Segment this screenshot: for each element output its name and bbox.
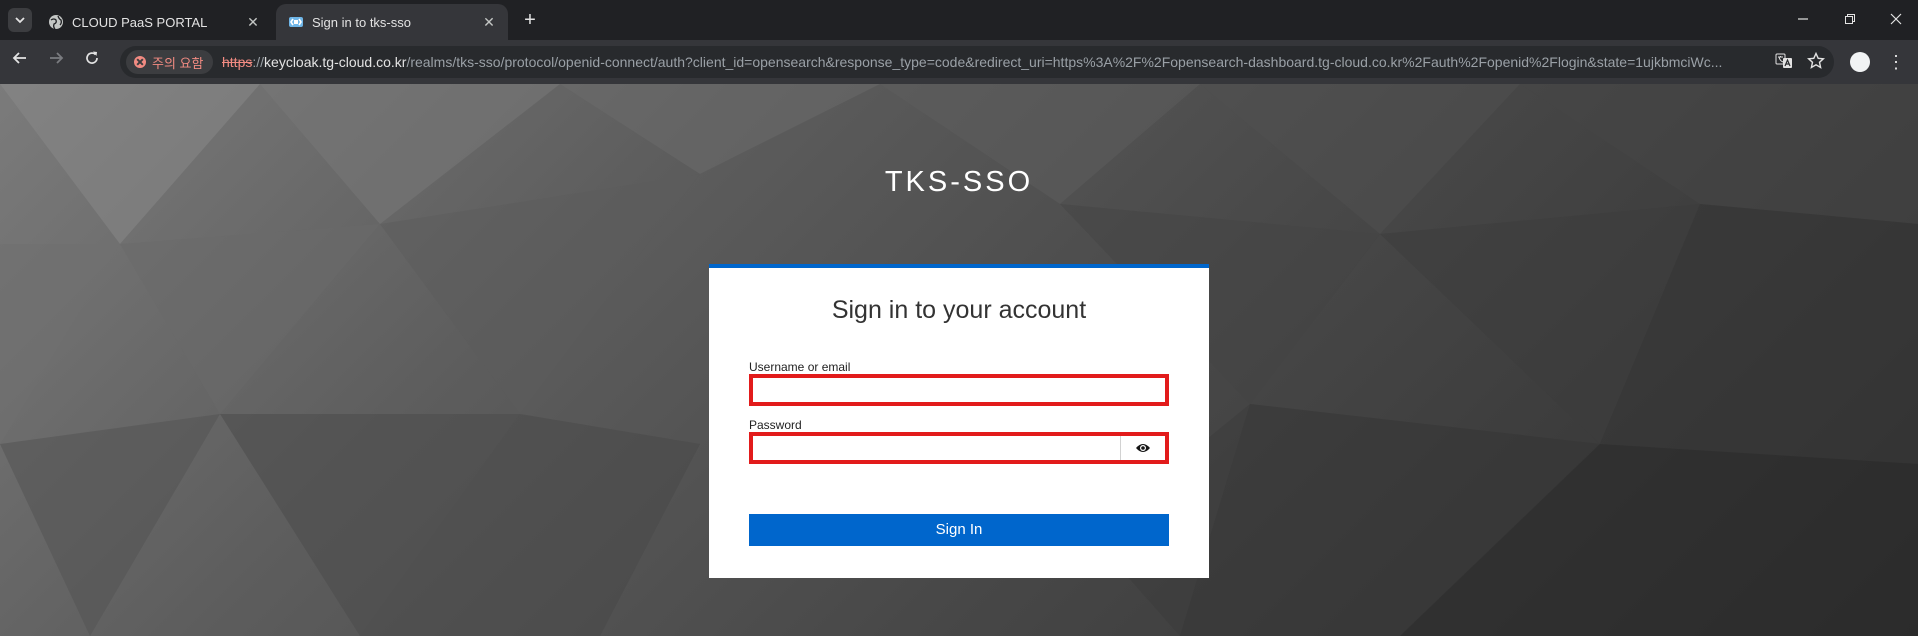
- globe-icon: [49, 15, 63, 30]
- url-path: /realms/tks-sso/protocol/openid-connect/…: [406, 54, 1723, 70]
- more-options-icon[interactable]: ⋮: [1884, 50, 1908, 74]
- login-card: Sign in to your account Username or emai…: [709, 264, 1209, 578]
- new-tab-button[interactable]: +: [518, 8, 542, 32]
- tab-title: Sign in to tks-sso: [312, 15, 411, 30]
- login-page: TKS-SSO Sign in to your account Username…: [0, 84, 1918, 636]
- url-text[interactable]: https://keycloak.tg-cloud.co.kr/realms/t…: [222, 54, 1762, 70]
- security-warning-label: 주의 요함: [152, 55, 204, 71]
- profile-avatar[interactable]: [1850, 52, 1870, 72]
- url-host: keycloak.tg-cloud.co.kr: [264, 54, 407, 70]
- browser-toolbar: 주의 요함 https://keycloak.tg-cloud.co.kr/re…: [0, 40, 1918, 84]
- realm-title: TKS-SSO: [884, 166, 1034, 198]
- password-input-wrapper: [753, 436, 1125, 460]
- username-label: Username or email: [749, 360, 851, 374]
- username-input[interactable]: [753, 378, 1165, 402]
- close-tab-icon[interactable]: ✕: [480, 13, 498, 31]
- chevron-down-icon: [15, 17, 25, 24]
- address-bar[interactable]: 주의 요함 https://keycloak.tg-cloud.co.kr/re…: [120, 46, 1834, 78]
- tab-title: CLOUD PaaS PORTAL: [72, 15, 208, 30]
- url-separator: ://: [252, 54, 265, 70]
- password-input[interactable]: [753, 436, 1125, 460]
- window-close-icon[interactable]: [1876, 6, 1916, 34]
- show-password-button[interactable]: [1120, 436, 1165, 460]
- restore-icon[interactable]: [1830, 6, 1870, 34]
- sign-in-button[interactable]: Sign In: [749, 514, 1169, 546]
- bookmark-star-icon[interactable]: [1806, 51, 1826, 72]
- keycloak-icon: [289, 17, 303, 27]
- password-label: Password: [749, 418, 802, 432]
- reload-icon[interactable]: [80, 50, 104, 74]
- forward-icon[interactable]: [44, 50, 68, 74]
- security-warning-chip[interactable]: 주의 요함: [126, 50, 214, 74]
- page-title: Sign in to your account: [831, 296, 1087, 324]
- tab-cloud-paas-portal[interactable]: CLOUD PaaS PORTAL ✕: [36, 4, 272, 40]
- warning-icon: [134, 56, 146, 68]
- translate-icon[interactable]: [1774, 52, 1794, 72]
- username-field-highlight: [749, 374, 1169, 406]
- eye-icon: [1136, 444, 1150, 452]
- close-tab-icon[interactable]: ✕: [244, 13, 262, 31]
- tab-sign-in[interactable]: Sign in to tks-sso ✕: [276, 4, 508, 40]
- back-icon[interactable]: [8, 50, 32, 74]
- tab-search-button[interactable]: [8, 8, 32, 32]
- minimize-icon[interactable]: [1783, 6, 1823, 34]
- url-scheme: https: [222, 54, 253, 70]
- password-field-highlight: [749, 432, 1169, 464]
- tab-strip: CLOUD PaaS PORTAL ✕ Sign in to tks-sso ✕…: [0, 0, 1918, 40]
